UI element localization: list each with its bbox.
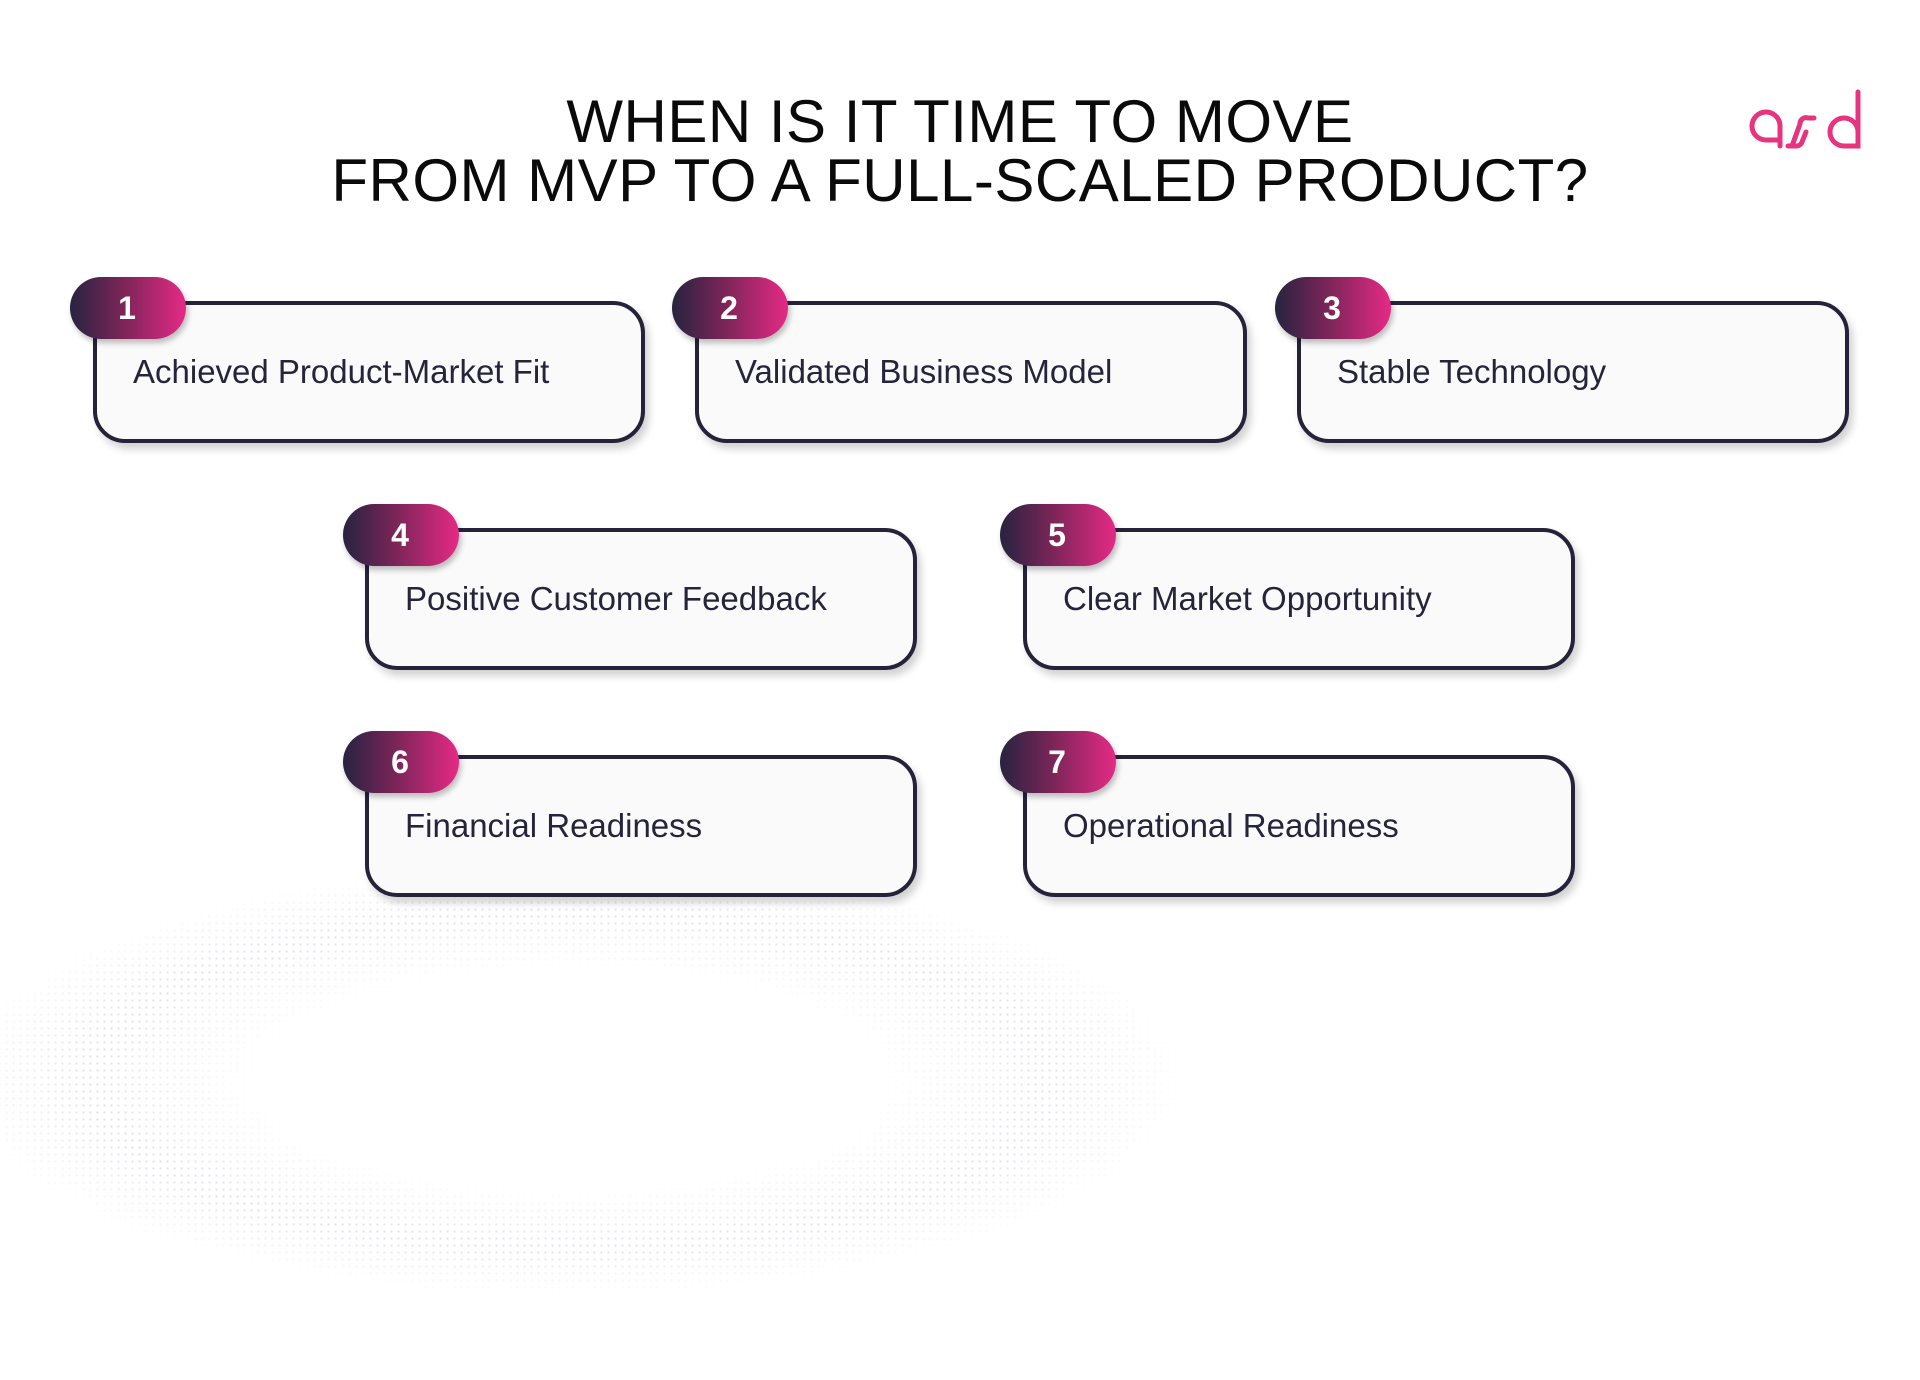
asd-logo [1748, 88, 1870, 150]
item-number-badge-1: 1 [70, 277, 186, 339]
item-label: Financial Readiness [405, 807, 703, 844]
item-number-badge-3: 3 [1275, 277, 1391, 339]
item-number-badge-7: 7 [1000, 731, 1116, 793]
item-number-badge-4: 4 [343, 504, 459, 566]
item-label: Validated Business Model [735, 353, 1113, 390]
title-line-1: WHEN IS IT TIME TO MOVE [566, 88, 1354, 155]
item-label: Positive Customer Feedback [405, 580, 827, 617]
item-number-badge-5: 5 [1000, 504, 1116, 566]
title-line-2: FROM MVP TO A FULL-SCALED PRODUCT? [331, 147, 1589, 214]
item-label: Stable Technology [1337, 353, 1607, 390]
page-title: WHEN IS IT TIME TO MOVE FROM MVP TO A FU… [0, 88, 1920, 214]
item-number-badge-6: 6 [343, 731, 459, 793]
item-label: Operational Readiness [1063, 807, 1399, 844]
item-number-badge-2: 2 [672, 277, 788, 339]
item-label: Achieved Product-Market Fit [133, 353, 550, 390]
asd-logo-icon [1749, 89, 1861, 149]
item-label: Clear Market Opportunity [1063, 580, 1432, 617]
